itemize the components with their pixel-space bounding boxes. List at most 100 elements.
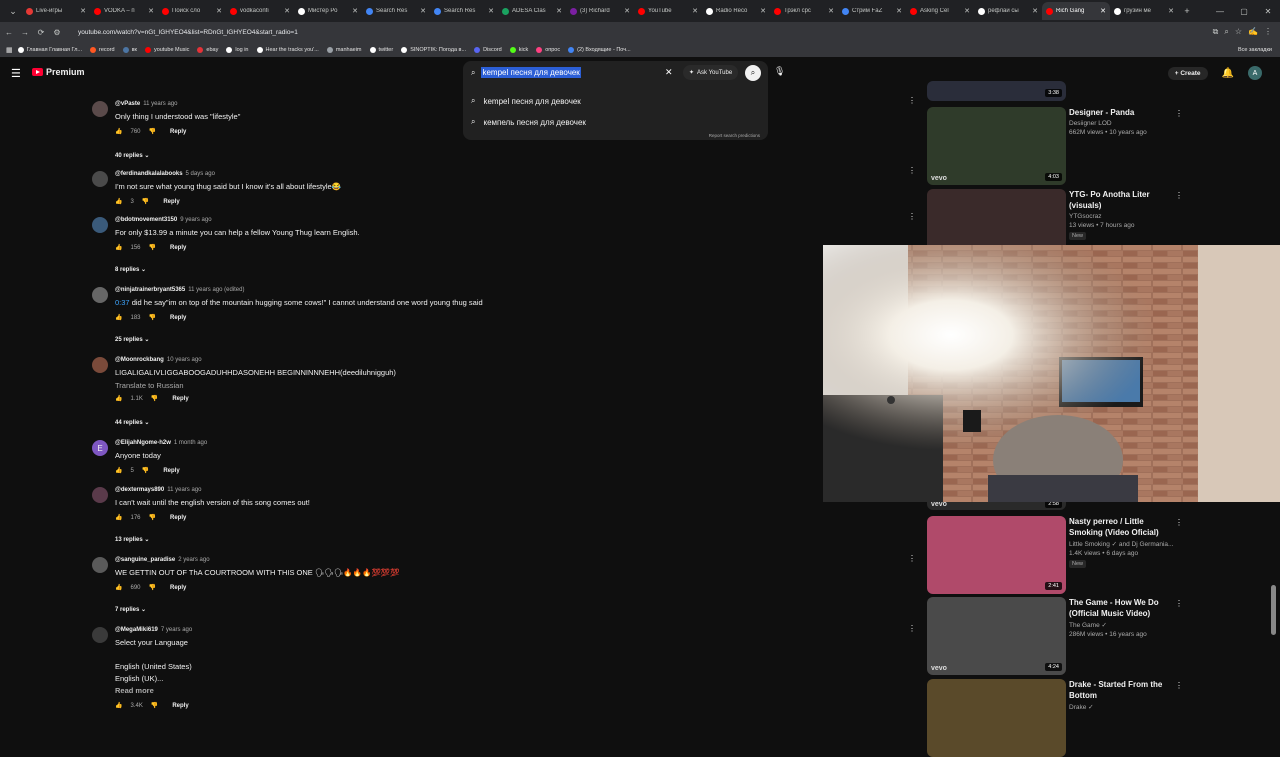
more-options-icon[interactable]: ⋮ xyxy=(908,166,916,175)
avatar[interactable] xyxy=(92,217,108,233)
comment-author[interactable]: @ferdinandkalalabooks xyxy=(115,171,183,177)
like-button[interactable]: 👍 xyxy=(115,244,122,251)
reply-button[interactable]: Reply xyxy=(170,245,186,251)
open-in-app-icon[interactable]: ⧉ xyxy=(1213,27,1219,37)
bookmark-item[interactable]: twitter xyxy=(367,46,397,53)
channel-name[interactable]: Desiigner LOD xyxy=(1069,120,1179,127)
browser-tab[interactable]: Поиск сло ✕ xyxy=(158,2,226,20)
timestamp-link[interactable]: 0:37 xyxy=(115,298,130,307)
close-tab-icon[interactable]: ✕ xyxy=(828,7,834,15)
bookmark-item[interactable]: опрос xyxy=(533,46,563,53)
more-options-icon[interactable]: ⋮ xyxy=(908,96,916,105)
menu-dots-icon[interactable]: ⋮ xyxy=(1264,27,1272,37)
dislike-button[interactable]: 👎 xyxy=(151,395,158,402)
comment-author[interactable]: @Moonrockbang xyxy=(115,357,164,363)
dislike-button[interactable]: 👎 xyxy=(149,244,156,251)
close-tab-icon[interactable]: ✕ xyxy=(624,7,630,15)
bookmark-item[interactable]: log in xyxy=(223,46,251,53)
bookmark-item[interactable]: Главная Главная Гл... xyxy=(15,46,85,53)
close-tab-icon[interactable]: ✕ xyxy=(556,7,562,15)
channel-name[interactable]: Little Smoking ✓ and Dj Germania... xyxy=(1069,540,1179,548)
read-more-link[interactable]: Read more xyxy=(115,685,775,697)
reload-icon[interactable]: ⟳ xyxy=(34,28,48,37)
zoom-icon[interactable]: ⌕ xyxy=(1224,27,1228,37)
video-title[interactable]: Designer - Panda xyxy=(1069,107,1179,118)
like-button[interactable]: 👍 xyxy=(115,584,122,591)
dislike-button[interactable]: 👎 xyxy=(149,128,156,135)
browser-tab[interactable]: (3) Richard ✕ xyxy=(566,2,634,20)
search-button[interactable]: ⌕ xyxy=(745,65,761,81)
more-options-icon[interactable]: ⋮ xyxy=(908,624,916,633)
reply-button[interactable]: Reply xyxy=(172,396,188,402)
video-thumbnail[interactable] xyxy=(927,679,1066,757)
like-button[interactable]: 👍 xyxy=(115,702,122,709)
comment-author[interactable]: @dextermays890 xyxy=(115,487,164,493)
comment-author[interactable]: @ElijahNgome-h2w xyxy=(115,440,171,446)
extension-icon[interactable]: ✍ xyxy=(1248,27,1258,37)
close-tab-icon[interactable]: ✕ xyxy=(1032,7,1038,15)
view-replies-button[interactable]: 8 replies ⌄ xyxy=(115,266,146,273)
bookmark-item[interactable]: вк xyxy=(120,46,140,53)
view-replies-button[interactable]: 25 replies ⌄ xyxy=(115,336,149,343)
bookmark-star-icon[interactable]: ☆ xyxy=(1235,27,1242,37)
search-input[interactable]: kempel песня для девочек xyxy=(481,67,581,78)
comment-author[interactable]: @bdotmovement3150 xyxy=(115,217,177,223)
bookmark-item[interactable]: youtube Music xyxy=(142,46,192,53)
microphone-icon[interactable]: 🎙 xyxy=(774,66,785,77)
forward-icon[interactable]: → xyxy=(18,28,32,37)
comment-time[interactable]: 2 years ago xyxy=(178,557,209,563)
view-replies-button[interactable]: 44 replies ⌄ xyxy=(115,419,149,426)
view-replies-button[interactable]: 13 replies ⌄ xyxy=(115,536,149,543)
like-button[interactable]: 👍 xyxy=(115,467,122,474)
close-tab-icon[interactable]: ✕ xyxy=(964,7,970,15)
reply-button[interactable]: Reply xyxy=(170,585,186,591)
apps-icon[interactable]: ▦ xyxy=(6,46,13,54)
browser-tab[interactable]: Asking Cel ✕ xyxy=(906,2,974,20)
avatar[interactable] xyxy=(92,557,108,573)
account-avatar[interactable]: A xyxy=(1248,66,1262,80)
page-scrollbar[interactable] xyxy=(1271,585,1276,635)
close-tab-icon[interactable]: ✕ xyxy=(80,7,86,15)
like-button[interactable]: 👍 xyxy=(115,128,122,135)
like-button[interactable]: 👍 xyxy=(115,198,122,205)
close-tab-icon[interactable]: ✕ xyxy=(148,7,154,15)
close-tab-icon[interactable]: ✕ xyxy=(896,7,902,15)
browser-tab[interactable]: Мистер Ро ✕ xyxy=(294,2,362,20)
more-options-icon[interactable]: ⋮ xyxy=(908,212,916,221)
reply-button[interactable]: Reply xyxy=(172,703,188,709)
like-button[interactable]: 👍 xyxy=(115,395,122,402)
avatar[interactable] xyxy=(92,171,108,187)
back-icon[interactable]: ← xyxy=(2,28,16,37)
browser-tab[interactable]: VODKA – п ✕ xyxy=(90,2,158,20)
bookmark-item[interactable]: Hear the tracks you'... xyxy=(254,46,322,53)
avatar[interactable]: E xyxy=(92,440,108,456)
dislike-button[interactable]: 👎 xyxy=(149,314,156,321)
avatar[interactable] xyxy=(92,627,108,643)
close-tab-icon[interactable]: ✕ xyxy=(284,7,290,15)
dislike-button[interactable]: 👎 xyxy=(149,584,156,591)
video-thumbnail[interactable]: 2:41 xyxy=(927,516,1066,594)
browser-tab[interactable]: vodkaconfi ✕ xyxy=(226,2,294,20)
close-tab-icon[interactable]: ✕ xyxy=(420,7,426,15)
more-options-icon[interactable]: ⋮ xyxy=(1175,599,1183,608)
browser-tab[interactable]: YouTube ✕ xyxy=(634,2,702,20)
video-title[interactable]: Drake - Started From the Bottom xyxy=(1069,679,1179,701)
new-tab-icon[interactable]: + xyxy=(1178,2,1196,20)
dislike-button[interactable]: 👎 xyxy=(142,198,149,205)
browser-tab[interactable]: ADESA Clas ✕ xyxy=(498,2,566,20)
video-thumbnail[interactable]: vevo 4:24 xyxy=(927,597,1066,675)
video-title[interactable]: YTG- Po Anotha Liter (visuals) xyxy=(1069,189,1179,211)
like-button[interactable]: 👍 xyxy=(115,314,122,321)
bookmark-item[interactable]: ebay xyxy=(194,46,221,53)
more-options-icon[interactable]: ⋮ xyxy=(1175,109,1183,118)
comment-time[interactable]: 1 month ago xyxy=(174,440,207,446)
more-options-icon[interactable]: ⋮ xyxy=(1175,191,1183,200)
reply-button[interactable]: Reply xyxy=(170,315,186,321)
notifications-icon[interactable]: 🔔 xyxy=(1222,68,1234,79)
avatar[interactable] xyxy=(92,357,108,373)
maximize-icon[interactable]: ▢ xyxy=(1232,0,1256,22)
youtube-logo[interactable]: Premium xyxy=(32,67,85,77)
avatar[interactable] xyxy=(92,287,108,303)
view-replies-button[interactable]: 40 replies ⌄ xyxy=(115,152,149,159)
more-options-icon[interactable]: ⋮ xyxy=(1175,681,1183,690)
